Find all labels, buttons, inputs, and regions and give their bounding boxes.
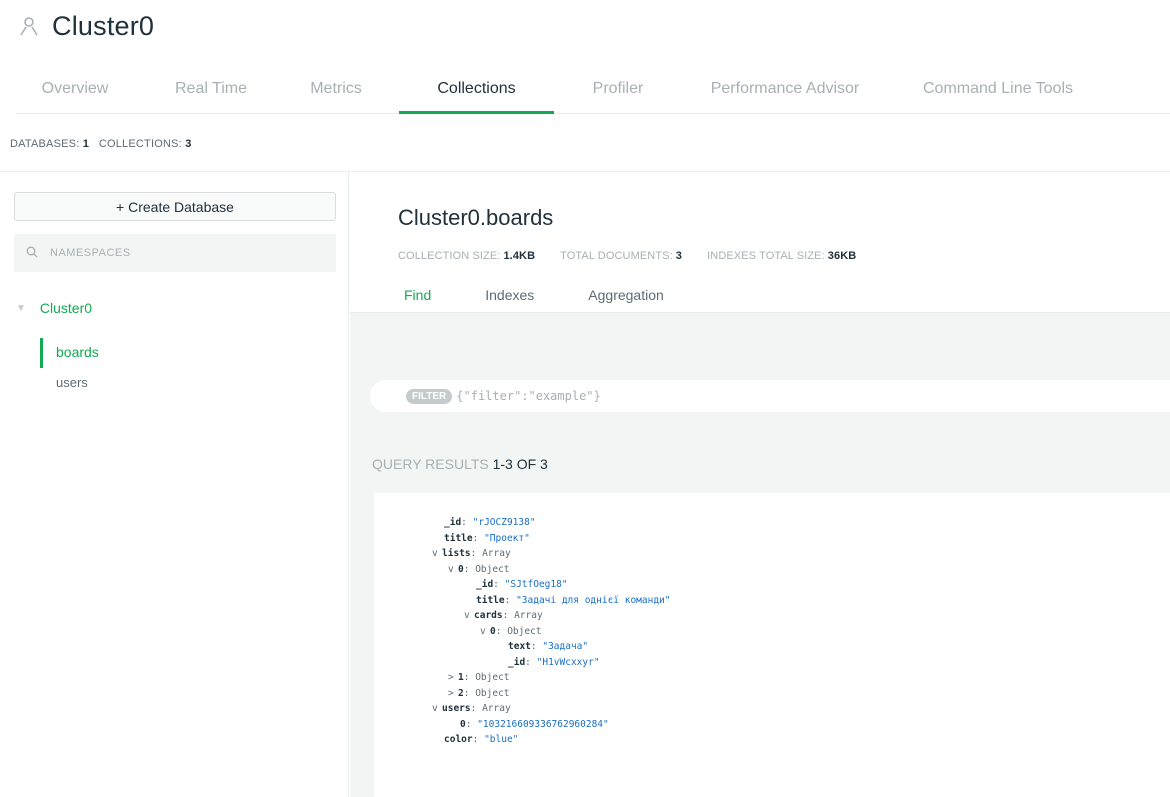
field-value: "blue" xyxy=(484,734,519,745)
collections-count: 3 xyxy=(185,138,192,150)
tab-performance-advisor[interactable]: Performance Advisor xyxy=(685,68,885,114)
document-field: color: "blue" xyxy=(444,734,519,745)
collapse-icon[interactable]: v xyxy=(432,546,442,562)
field-key: lists xyxy=(442,548,471,559)
field-value: "103216609336762960284" xyxy=(477,718,609,730)
tab-find[interactable]: Find xyxy=(404,287,431,303)
field-type: Object xyxy=(475,687,510,699)
indexes-size-value: 36KB xyxy=(827,250,857,262)
field-key: color xyxy=(444,734,473,745)
query-results-label: QUERY RESULTS 1-3 OF 3 xyxy=(372,456,548,472)
expand-icon[interactable]: > xyxy=(448,670,458,686)
create-database-button[interactable]: + Create Database xyxy=(14,192,336,221)
caret-down-icon[interactable]: ▼ xyxy=(16,303,26,314)
results-label-text: QUERY RESULTS xyxy=(372,456,489,472)
document-field[interactable]: v 0: Object xyxy=(432,562,671,578)
field-key: title xyxy=(476,594,505,606)
databases-label: DATABASES: xyxy=(10,138,80,150)
sidebar-item-users[interactable]: users xyxy=(40,375,88,390)
total-documents-value: 3 xyxy=(675,250,682,262)
field-key: cards xyxy=(474,610,503,621)
field-key: _id xyxy=(476,579,494,590)
field-key: title xyxy=(444,532,473,544)
collections-label: COLLECTIONS: xyxy=(98,138,182,150)
tab-aggregation[interactable]: Aggregation xyxy=(588,287,664,303)
collection-panel: Cluster0.boards COLLECTION SIZE: 1.4KB TO… xyxy=(350,172,1170,797)
cluster-tabs: Overview Real Time Metrics Collections P… xyxy=(16,68,1170,114)
field-type: Object xyxy=(475,672,510,683)
collapse-icon[interactable]: v xyxy=(464,608,474,624)
filter-input[interactable]: FILTER {"filter":"example"} xyxy=(370,380,1170,412)
document-field: text: "Задача" xyxy=(508,641,589,652)
results-range: 1-3 OF 3 xyxy=(492,456,548,472)
tab-profiler[interactable]: Profiler xyxy=(556,68,680,114)
collection-title: Cluster0.boards xyxy=(398,205,554,230)
document-field[interactable]: >2: Object xyxy=(432,686,671,702)
field-key: _id xyxy=(508,656,526,668)
field-value: "Задачі для однієї команди" xyxy=(516,594,671,606)
page-title: Cluster0 xyxy=(52,10,155,41)
database-stats: DATABASES: 1 COLLECTIONS: 3 xyxy=(0,114,1170,172)
field-key: users xyxy=(442,703,471,714)
query-area: FILTER {"filter":"example"} QUERY RESULT… xyxy=(350,313,1170,797)
search-icon xyxy=(26,246,38,261)
tab-metrics[interactable]: Metrics xyxy=(291,68,381,114)
search-placeholder: NAMESPACES xyxy=(50,247,131,259)
collapse-icon[interactable]: v xyxy=(448,562,458,578)
document-tree: _id: "rJOCZ9138" title: "Проект" v lists: A… xyxy=(432,515,671,748)
collapse-icon[interactable]: v xyxy=(480,624,490,640)
document-field[interactable]: v lists: Array xyxy=(432,546,671,562)
total-documents-label: TOTAL DOCUMENTS: xyxy=(560,250,673,262)
tab-real-time[interactable]: Real Time xyxy=(139,68,283,114)
document-field: title: "Проект" xyxy=(444,532,530,544)
document-field: title: "Задачі для однієї команди" xyxy=(476,594,671,606)
document-field[interactable]: >1: Object xyxy=(432,670,671,686)
field-value: "Проект" xyxy=(484,532,530,544)
collapse-icon[interactable]: v xyxy=(432,701,442,717)
sidebar-item-cluster0[interactable]: ▼ Cluster0 xyxy=(16,300,92,316)
field-type: Array xyxy=(482,548,511,559)
field-type: Array xyxy=(514,610,543,621)
filter-placeholder: {"filter":"example"} xyxy=(456,389,601,403)
indexes-size-label: INDEXES TOTAL SIZE: xyxy=(707,250,825,262)
field-value: "Задача" xyxy=(542,641,589,652)
field-type: Object xyxy=(475,563,510,575)
field-value: "rJOCZ9138" xyxy=(472,517,536,528)
document-field: _id: "rJOCZ9138" xyxy=(444,517,536,528)
database-name: Cluster0 xyxy=(39,300,93,316)
namespace-search-input[interactable]: NAMESPACES xyxy=(14,234,336,272)
databases-count: 1 xyxy=(82,138,90,150)
document-field[interactable]: v users: Array xyxy=(432,701,671,717)
field-value: "SJtfOeg18" xyxy=(504,579,568,590)
sidebar-item-boards[interactable]: boards xyxy=(40,338,99,368)
field-value: "H1vWcxxyr" xyxy=(536,656,600,668)
collection-header: Cluster0.boards COLLECTION SIZE: 1.4KB TO… xyxy=(350,172,1170,313)
document-field[interactable]: v cards: Array xyxy=(432,608,671,624)
cluster-icon xyxy=(14,11,44,41)
document-card: _id: "rJOCZ9138" title: "Проект" v lists: A… xyxy=(374,493,1170,797)
document-field: _id: "SJtfOeg18" xyxy=(476,579,568,590)
document-field[interactable]: v 0: Object xyxy=(432,624,671,640)
document-field: _id: "H1vWcxxyr" xyxy=(508,656,600,668)
field-key: _id xyxy=(444,517,462,528)
collection-size-label: COLLECTION SIZE: xyxy=(398,250,501,262)
tab-collections[interactable]: Collections xyxy=(399,68,554,114)
collection-size-value: 1.4KB xyxy=(503,250,536,262)
tab-overview[interactable]: Overview xyxy=(16,68,134,114)
tab-command-line-tools[interactable]: Command Line Tools xyxy=(893,68,1103,114)
collection-tabs: Find Indexes Aggregation xyxy=(404,287,718,303)
collection-stats: COLLECTION SIZE: 1.4KB TOTAL DOCUMENTS: 3 … xyxy=(398,250,878,262)
field-type: Object xyxy=(507,625,542,637)
expand-icon[interactable]: > xyxy=(448,686,458,702)
document-field: 0: "103216609336762960284" xyxy=(460,718,609,730)
page-header: Cluster0 xyxy=(14,8,154,44)
filter-badge: FILTER xyxy=(406,388,453,404)
tab-indexes[interactable]: Indexes xyxy=(485,287,534,303)
namespace-sidebar: + Create Database NAMESPACES ▼ Cluster0 … xyxy=(0,172,349,797)
field-type: Array xyxy=(482,703,511,714)
field-key: text xyxy=(508,641,531,652)
